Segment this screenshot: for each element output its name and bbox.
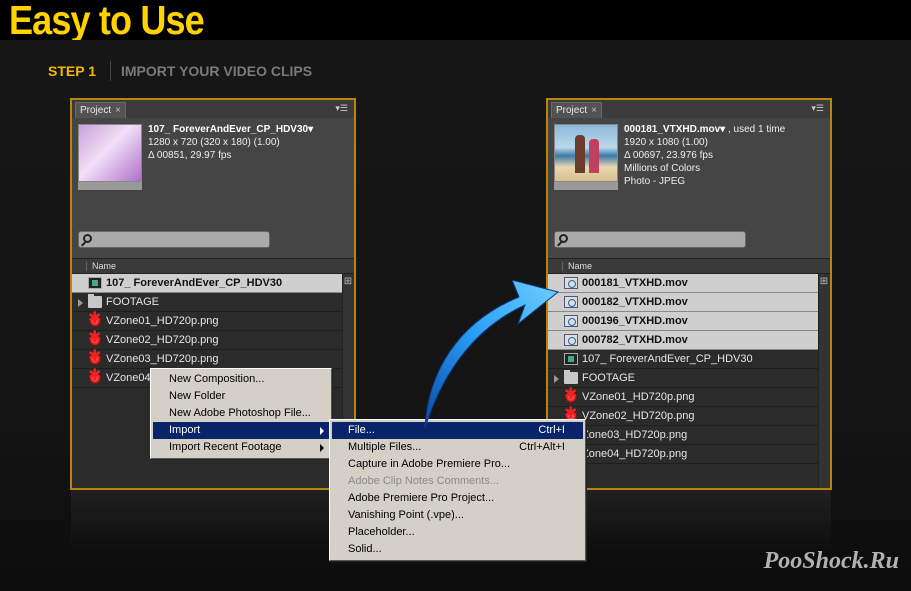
import-arrow-graphic bbox=[424, 279, 560, 429]
arrow-shape bbox=[424, 279, 560, 429]
watermark: PooShock.Ru bbox=[763, 548, 899, 574]
